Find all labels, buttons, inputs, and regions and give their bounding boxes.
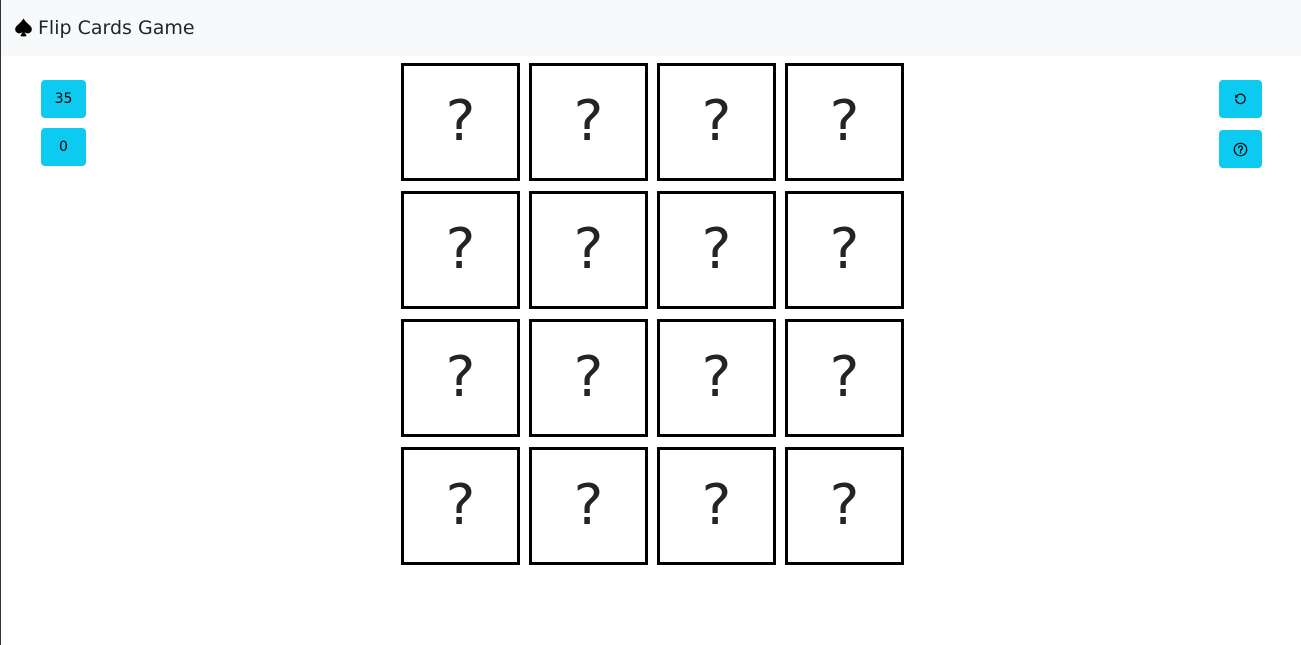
card[interactable]: ? [529,63,648,181]
moves-counter-button[interactable]: 35 [41,80,86,118]
card-board: ? ? ? ? ? ? ? ? ? ? ? ? ? ? ? ? [401,63,904,565]
card-face: ? [445,89,476,154]
card[interactable]: ? [657,319,776,437]
card[interactable]: ? [401,63,520,181]
card[interactable]: ? [785,447,904,565]
card-face: ? [701,89,732,154]
card-face: ? [445,473,476,538]
score-counter-button[interactable]: 0 [41,128,86,166]
card[interactable]: ? [785,319,904,437]
card[interactable]: ? [657,63,776,181]
card[interactable]: ? [401,191,520,309]
card[interactable]: ? [785,191,904,309]
card[interactable]: ? [657,447,776,565]
card-face: ? [445,217,476,282]
question-circle-icon [1233,142,1248,156]
card-face: ? [573,217,604,282]
card-face: ? [701,473,732,538]
brand-title: Flip Cards Game [38,17,195,39]
card-face: ? [829,89,860,154]
card[interactable]: ? [529,191,648,309]
brand[interactable]: Flip Cards Game [14,14,195,42]
card-face: ? [829,217,860,282]
card[interactable]: ? [529,447,648,565]
card-face: ? [701,345,732,410]
card[interactable]: ? [529,319,648,437]
card[interactable]: ? [401,319,520,437]
card-face: ? [829,473,860,538]
app-frame: Flip Cards Game 35 0 ? ? ? ? ? ? ? ? ? ?… [0,0,1301,645]
card-face: ? [573,345,604,410]
help-button[interactable] [1219,130,1262,168]
rotate-ccw-icon [1235,93,1246,104]
navbar: Flip Cards Game [1,0,1301,56]
card-face: ? [445,345,476,410]
restart-button[interactable] [1219,80,1262,118]
card-face: ? [701,217,732,282]
spade-icon [15,18,32,37]
card[interactable]: ? [785,63,904,181]
card-face: ? [573,89,604,154]
card-face: ? [573,473,604,538]
card[interactable]: ? [401,447,520,565]
card-face: ? [829,345,860,410]
card[interactable]: ? [657,191,776,309]
